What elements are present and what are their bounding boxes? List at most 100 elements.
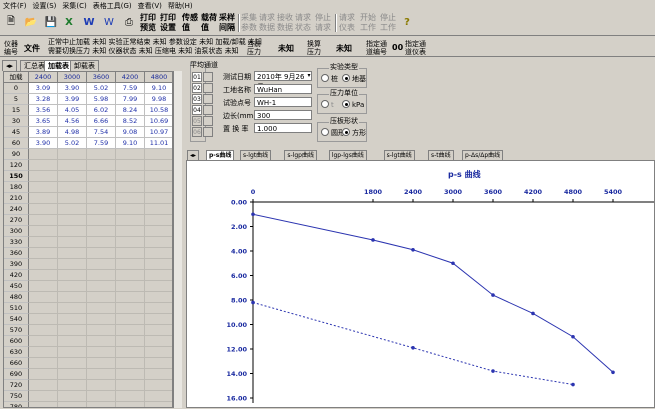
table-cell[interactable]: 4.98 xyxy=(58,127,87,138)
table-cell[interactable] xyxy=(145,402,172,407)
table-cell[interactable] xyxy=(58,402,87,407)
menu-item[interactable]: 文件(F) xyxy=(0,1,30,11)
chart-tab[interactable]: s-lgt曲线 xyxy=(383,150,415,160)
table-cell[interactable] xyxy=(29,347,58,358)
open-folder-icon[interactable]: 📂 xyxy=(24,14,38,30)
menu-item[interactable]: 设置(S) xyxy=(30,1,60,11)
test-type-foundation-radio[interactable]: 地基 xyxy=(342,74,366,84)
table-cell[interactable] xyxy=(145,193,172,204)
table-cell[interactable]: 5.02 xyxy=(58,138,87,149)
edge-field[interactable]: 300 xyxy=(254,110,312,120)
table-cell[interactable] xyxy=(29,325,58,336)
table-cell[interactable] xyxy=(145,237,172,248)
table-cell[interactable]: 3.28 xyxy=(29,94,58,105)
table-cell[interactable] xyxy=(145,171,172,182)
table-cell[interactable]: 9.10 xyxy=(116,138,145,149)
chart-tab[interactable]: s-t曲线 xyxy=(428,150,454,160)
table-cell[interactable] xyxy=(29,226,58,237)
table-cell[interactable] xyxy=(87,314,116,325)
table-cell[interactable] xyxy=(116,303,145,314)
table-cell[interactable] xyxy=(29,259,58,270)
table-cell[interactable] xyxy=(29,270,58,281)
start-work-button[interactable]: 开始 工作 xyxy=(360,13,376,33)
table-cell[interactable] xyxy=(58,347,87,358)
table-cell[interactable] xyxy=(87,237,116,248)
request-meter-button[interactable]: 请求 仪表 xyxy=(339,13,355,33)
table-cell[interactable] xyxy=(145,270,172,281)
table-cell[interactable] xyxy=(87,270,116,281)
table-cell[interactable] xyxy=(87,336,116,347)
table-cell[interactable]: 3.65 xyxy=(29,116,58,127)
channel-button[interactable]: 03 xyxy=(192,94,202,104)
table-cell[interactable] xyxy=(145,281,172,292)
channel-checkbox[interactable] xyxy=(203,94,213,104)
table-cell[interactable]: 6.66 xyxy=(87,116,116,127)
table-cell[interactable] xyxy=(58,281,87,292)
project-field[interactable]: WuHan xyxy=(254,84,312,94)
table-cell[interactable] xyxy=(145,314,172,325)
chart-tab-nav-arrows[interactable]: ◂▸ xyxy=(187,150,200,160)
table-cell[interactable] xyxy=(29,248,58,259)
table-cell[interactable] xyxy=(87,215,116,226)
channel-checkbox[interactable] xyxy=(203,127,213,137)
chart-tab[interactable]: lgp-lgs曲线 xyxy=(328,150,367,160)
table-cell[interactable] xyxy=(145,259,172,270)
table-cell[interactable]: 6.02 xyxy=(87,105,116,116)
table-cell[interactable] xyxy=(116,237,145,248)
table-cell[interactable] xyxy=(116,369,145,380)
table-cell[interactable] xyxy=(116,204,145,215)
table-cell[interactable]: 7.59 xyxy=(87,138,116,149)
table-cell[interactable]: 9.98 xyxy=(145,94,172,105)
table-cell[interactable] xyxy=(87,160,116,171)
table-cell[interactable]: 8.24 xyxy=(116,105,145,116)
channel-checkbox[interactable] xyxy=(203,83,213,93)
table-cell[interactable] xyxy=(29,215,58,226)
table-cell[interactable]: 9.08 xyxy=(116,127,145,138)
table-cell[interactable]: 7.59 xyxy=(116,83,145,94)
table-cell[interactable] xyxy=(116,160,145,171)
table-cell[interactable]: 3.09 xyxy=(29,83,58,94)
table-cell[interactable] xyxy=(58,303,87,314)
table-cell[interactable] xyxy=(145,347,172,358)
table-cell[interactable] xyxy=(58,182,87,193)
sensor-value-button[interactable]: 传感 值 xyxy=(182,13,198,33)
save-icon[interactable]: 💾 xyxy=(44,14,58,30)
table-cell[interactable]: 3.90 xyxy=(29,138,58,149)
table-cell[interactable] xyxy=(87,226,116,237)
menu-item[interactable]: 采集(C) xyxy=(59,1,89,11)
table-cell[interactable] xyxy=(145,325,172,336)
table-cell[interactable] xyxy=(58,193,87,204)
table-cell[interactable] xyxy=(29,160,58,171)
table-cell[interactable] xyxy=(58,270,87,281)
word-doc-icon[interactable]: W xyxy=(102,14,116,30)
table-cell[interactable] xyxy=(116,226,145,237)
load-value-button[interactable]: 载荷 值 xyxy=(201,13,217,33)
table-cell[interactable] xyxy=(116,259,145,270)
table-cell[interactable] xyxy=(87,281,116,292)
table-cell[interactable] xyxy=(116,182,145,193)
table-cell[interactable] xyxy=(145,292,172,303)
channel-button[interactable]: 01 xyxy=(192,72,202,82)
table-cell[interactable] xyxy=(58,149,87,160)
help-icon[interactable]: ? xyxy=(400,14,414,30)
chart-tab[interactable]: p-Δs/Δp曲线 xyxy=(462,150,504,160)
table-cell[interactable] xyxy=(29,336,58,347)
table-cell[interactable] xyxy=(29,193,58,204)
table-cell[interactable] xyxy=(29,149,58,160)
channel-checkbox[interactable] xyxy=(203,105,213,115)
table-cell[interactable] xyxy=(116,314,145,325)
table-cell[interactable] xyxy=(116,171,145,182)
channel-button[interactable]: 04 xyxy=(192,105,202,115)
table-cell[interactable]: 5.02 xyxy=(87,83,116,94)
table-cell[interactable] xyxy=(145,369,172,380)
channel-button[interactable]: 05 xyxy=(192,116,202,126)
table-cell[interactable] xyxy=(58,226,87,237)
chart-tab[interactable]: p-s曲线 xyxy=(206,150,235,160)
table-cell[interactable] xyxy=(29,171,58,182)
table-cell[interactable] xyxy=(87,292,116,303)
table-cell[interactable]: 8.52 xyxy=(116,116,145,127)
test-type-pile-radio[interactable]: 桩 xyxy=(321,74,338,84)
table-cell[interactable] xyxy=(116,380,145,391)
table-cell[interactable] xyxy=(145,248,172,259)
table-cell[interactable]: 10.58 xyxy=(145,105,172,116)
